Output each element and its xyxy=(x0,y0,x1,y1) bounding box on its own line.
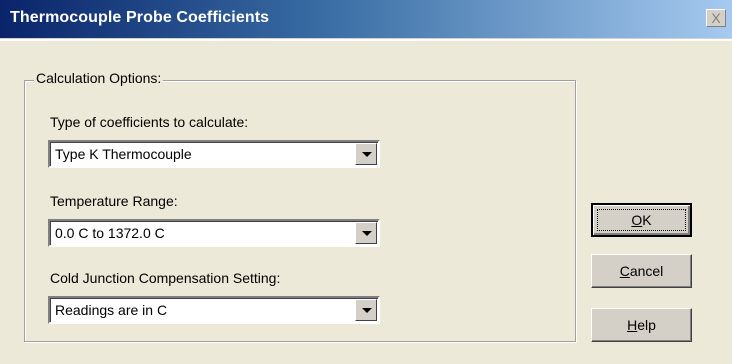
help-label: elp xyxy=(637,317,656,333)
calculation-options-label: Calculation Options: xyxy=(34,70,164,86)
cjc-setting-select[interactable]: Readings are in C xyxy=(48,296,380,324)
cancel-label: ancel xyxy=(629,263,664,279)
title-divider xyxy=(0,38,732,41)
cjc-setting-label: Cold Junction Compensation Setting: xyxy=(50,270,281,286)
cancel-button[interactable]: Cancel xyxy=(591,254,692,288)
focus-rect xyxy=(597,209,686,231)
coefficient-type-label: Type of coefficients to calculate: xyxy=(50,114,249,130)
temperature-range-label: Temperature Range: xyxy=(50,193,178,209)
ok-button[interactable]: OK xyxy=(591,203,692,237)
temperature-range-value: 0.0 C to 1372.0 C xyxy=(55,225,165,241)
close-button[interactable]: X xyxy=(706,9,726,27)
chevron-down-icon[interactable] xyxy=(355,222,377,244)
dialog-window: Thermocouple Probe Coefficients X Calcul… xyxy=(0,0,732,364)
cjc-setting-value: Readings are in C xyxy=(55,302,168,318)
coefficient-type-select[interactable]: Type K Thermocouple xyxy=(48,140,380,168)
cancel-accel: C xyxy=(619,263,630,279)
close-icon: X xyxy=(711,10,721,26)
help-button[interactable]: Help xyxy=(591,308,692,342)
chevron-down-icon[interactable] xyxy=(355,299,377,321)
chevron-down-icon[interactable] xyxy=(355,143,377,165)
title-bar[interactable]: Thermocouple Probe Coefficients X xyxy=(0,0,732,38)
coefficient-type-value: Type K Thermocouple xyxy=(55,146,192,162)
dialog-title: Thermocouple Probe Coefficients xyxy=(10,9,270,26)
help-accel: H xyxy=(627,317,638,333)
temperature-range-select[interactable]: 0.0 C to 1372.0 C xyxy=(48,219,380,247)
